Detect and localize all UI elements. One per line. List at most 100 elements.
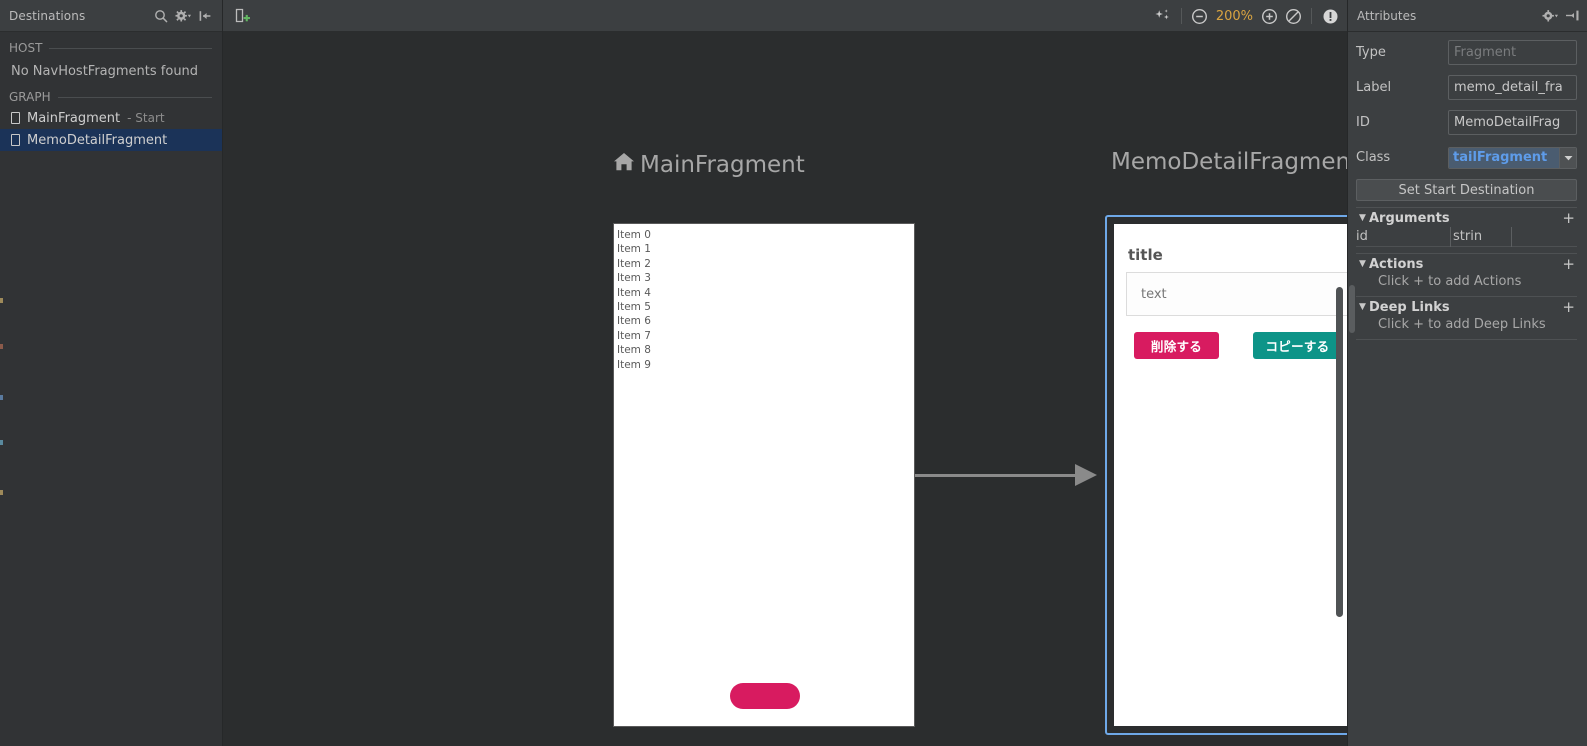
destination-name: MainFragment (27, 110, 121, 126)
triangle-down-icon: ▼ (1359, 302, 1366, 312)
chevron-down-icon[interactable] (1559, 147, 1576, 168)
destination-title-text: MemoDetailFragment (1111, 149, 1347, 175)
hide-panel-icon[interactable] (1561, 5, 1583, 27)
gear-dropdown-icon[interactable] (1539, 5, 1561, 27)
section-divider (57, 96, 212, 98)
fragment-icon (11, 112, 20, 124)
attribute-row-type: Type Fragment (1356, 39, 1577, 66)
attribute-row-class: Class tailFragment (1356, 144, 1577, 171)
destination-list-item-mainfragment[interactable]: MainFragment - Start (0, 107, 222, 129)
attribute-label: Type (1356, 45, 1386, 60)
destination-title-mainfragment: MainFragment (611, 149, 805, 181)
list-item: Item 8 (617, 344, 651, 357)
destinations-panel-title: Destinations (9, 8, 86, 23)
gutter-mark (0, 395, 3, 400)
triangle-down-icon: ▼ (1359, 213, 1366, 223)
canvas-vertical-scrollbar[interactable] (1336, 287, 1343, 617)
destination-preview-mainfragment[interactable]: Item 0 Item 1 Item 2 Item 3 Item 4 Item … (613, 223, 915, 727)
zoom-in-icon[interactable] (1258, 5, 1280, 27)
class-combobox[interactable]: tailFragment (1448, 146, 1577, 169)
destination-name: MemoDetailFragment (27, 132, 168, 148)
preview-item-list: Item 0 Item 1 Item 2 Item 3 Item 4 Item … (614, 224, 914, 372)
add-action-button[interactable]: + (1562, 255, 1577, 273)
label-field[interactable]: memo_detail_fra (1448, 75, 1577, 100)
list-item: Item 2 (617, 257, 651, 270)
attribute-label: Label (1356, 80, 1392, 95)
section-header-host: HOST (0, 38, 222, 58)
argument-name: id (1356, 229, 1368, 244)
destinations-panel: Destinations HOST No NavHostFragments fo… (0, 0, 223, 746)
navigation-graph-canvas[interactable]: MainFragment Item 0 Item 1 Item 2 Item 3… (223, 32, 1347, 746)
gutter-mark (0, 344, 3, 349)
attributes-panel-header: Attributes (1348, 0, 1587, 32)
type-field: Fragment (1448, 40, 1577, 65)
list-item: Item 3 (617, 272, 651, 285)
argument-type: strin (1450, 226, 1512, 247)
list-item: Item 1 (617, 243, 651, 256)
preview-heading: title (1128, 246, 1163, 264)
attribute-row-label: Label memo_detail_fra (1356, 74, 1577, 101)
group-name: Deep Links (1369, 299, 1450, 315)
action-connection-arrowhead (1075, 464, 1097, 486)
gutter-mark (0, 298, 3, 303)
attributes-vertical-scrollbar[interactable] (1349, 285, 1355, 333)
attributes-panel: Attributes Type Fragment Label memo_deta… (1347, 0, 1587, 746)
gear-dropdown-icon[interactable] (172, 5, 194, 27)
attribute-row-id: ID MemoDetailFrag (1356, 109, 1577, 136)
attribute-label: Class (1356, 150, 1391, 165)
search-icon[interactable] (150, 5, 172, 27)
add-deep-link-button[interactable]: + (1562, 298, 1577, 316)
issues-icon[interactable] (1319, 5, 1341, 27)
argument-row[interactable]: id strin (1356, 226, 1577, 247)
destination-preview-memodetailfragment[interactable]: title text 削除する コピーする (1105, 215, 1347, 735)
preview-floating-action-button (730, 683, 800, 709)
destination-list-item-memodetailfragment[interactable]: MemoDetailFragment (0, 129, 222, 151)
new-destination-icon[interactable] (231, 5, 253, 27)
list-item: Item 5 (617, 301, 651, 314)
home-icon (611, 149, 637, 181)
preview-text-field-value: text (1141, 286, 1167, 302)
zoom-reset-icon[interactable] (1282, 5, 1304, 27)
zoom-level-label: 200% (1215, 8, 1253, 24)
attributes-form: Type Fragment Label memo_detail_fra ID M… (1348, 32, 1587, 340)
list-item: Item 0 (617, 229, 651, 241)
actions-hint: Click + to add Actions (1378, 274, 1522, 289)
section-label-host: HOST (9, 41, 43, 55)
group-header-actions[interactable]: ▼ Actions + (1356, 253, 1577, 273)
deep-links-hint: Click + to add Deep Links (1378, 317, 1546, 332)
triangle-down-icon: ▼ (1359, 259, 1366, 269)
attribute-label: ID (1356, 115, 1370, 130)
add-argument-button[interactable]: + (1562, 209, 1577, 227)
gutter-mark (0, 490, 3, 495)
destination-start-badge: - Start (127, 111, 165, 125)
collapse-all-icon[interactable] (194, 5, 216, 27)
set-start-destination-button[interactable]: Set Start Destination (1356, 179, 1577, 201)
list-item: Item 9 (617, 358, 651, 371)
action-connection-line[interactable] (915, 474, 1080, 477)
navigation-editor-window: Destinations HOST No NavHostFragments fo… (0, 0, 1587, 746)
preview-text-field: text (1126, 272, 1347, 316)
navigation-canvas-area: 200% MainFragment Item 0 Item 1 Item 2 I… (223, 0, 1347, 746)
canvas-toolbar: 200% (223, 0, 1347, 32)
attributes-panel-title: Attributes (1357, 8, 1417, 23)
toolbar-divider (1311, 8, 1312, 24)
auto-arrange-icon[interactable] (1152, 5, 1174, 27)
section-divider (49, 47, 212, 49)
gutter-mark (0, 440, 3, 445)
class-field-value: tailFragment (1449, 147, 1559, 168)
section-header-graph: GRAPH (0, 87, 222, 107)
list-item: Item 4 (617, 286, 651, 299)
list-item: Item 6 (617, 315, 651, 328)
destination-title-text: MainFragment (640, 152, 805, 178)
toolbar-divider (1180, 8, 1182, 24)
zoom-out-icon[interactable] (1189, 5, 1211, 27)
id-field[interactable]: MemoDetailFrag (1448, 110, 1577, 135)
group-header-deep-links[interactable]: ▼ Deep Links + (1356, 296, 1577, 316)
form-divider (1356, 339, 1577, 340)
preview-delete-button: 削除する (1134, 332, 1219, 359)
preview-screen: title text 削除する コピーする (1114, 224, 1347, 726)
group-name: Actions (1369, 256, 1424, 272)
group-header-arguments[interactable]: ▼ Arguments + (1356, 207, 1577, 227)
fragment-icon (11, 134, 20, 146)
group-name: Arguments (1369, 210, 1450, 226)
